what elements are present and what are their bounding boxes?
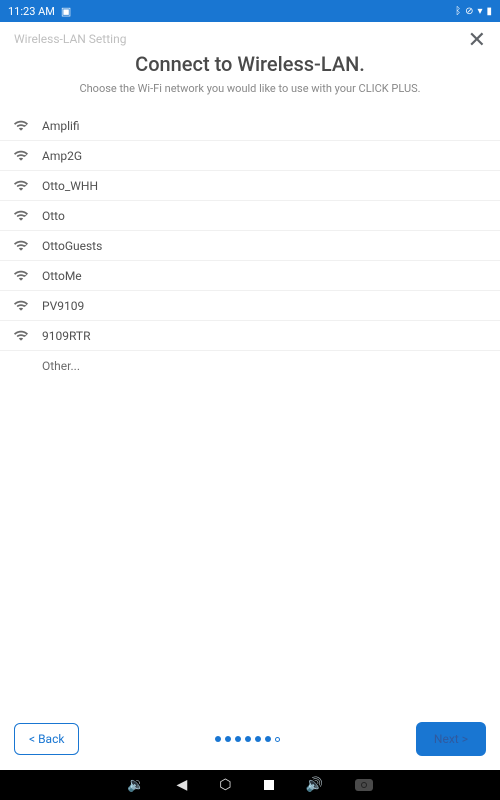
dnd-icon: ⊘: [465, 6, 473, 17]
back-nav-icon[interactable]: ◀: [176, 777, 187, 793]
bluetooth-icon: ᛒ: [455, 6, 461, 17]
other-label: Other...: [42, 359, 80, 373]
header-label: Wireless-LAN Setting: [14, 32, 486, 46]
status-icons: ᛒ ⊘ ▾ ▮: [455, 6, 492, 17]
home-nav-icon[interactable]: ⬡: [219, 777, 231, 793]
network-item[interactable]: Amplifi: [0, 111, 500, 141]
wifi-icon: [14, 239, 30, 253]
status-app-icon: ▣: [61, 5, 71, 18]
wifi-icon: [14, 299, 30, 313]
network-name: OttoGuests: [42, 239, 102, 253]
volume-down-icon[interactable]: 🔉: [127, 777, 144, 793]
page-subtitle: Choose the Wi-Fi network you would like …: [14, 82, 486, 95]
page-title: Connect to Wireless-LAN.: [14, 52, 486, 76]
recents-nav-icon[interactable]: [264, 780, 274, 790]
progress-dot: [245, 736, 251, 742]
network-item[interactable]: Otto: [0, 201, 500, 231]
network-item[interactable]: 9109RTR: [0, 321, 500, 351]
progress-dots: [215, 736, 280, 742]
network-item[interactable]: OttoGuests: [0, 231, 500, 261]
network-name: PV9109: [42, 299, 84, 313]
status-bar: 11:23 AM ▣ ᛒ ⊘ ▾ ▮: [0, 0, 500, 22]
wifi-icon: [14, 119, 30, 133]
wifi-icon: [14, 269, 30, 283]
wifi-status-icon: ▾: [477, 6, 482, 17]
battery-icon: ▮: [486, 6, 492, 17]
network-item[interactable]: Otto_WHH: [0, 171, 500, 201]
network-item[interactable]: OttoMe: [0, 261, 500, 291]
volume-up-icon[interactable]: 🔊: [306, 777, 323, 793]
progress-dot: [235, 736, 241, 742]
next-button[interactable]: Next >: [416, 722, 486, 756]
progress-dot: [215, 736, 221, 742]
wifi-icon: [14, 209, 30, 223]
status-time: 11:23 AM: [8, 5, 55, 18]
wifi-icon: [14, 329, 30, 343]
network-name: Amplifi: [42, 119, 80, 133]
camera-nav-icon[interactable]: [355, 779, 373, 791]
network-name: 9109RTR: [42, 329, 90, 343]
wifi-icon: [14, 149, 30, 163]
network-name: OttoMe: [42, 269, 82, 283]
network-name: Amp2G: [42, 149, 82, 163]
progress-dot: [265, 736, 271, 742]
wifi-icon: [14, 179, 30, 193]
android-navbar: 🔉 ◀ ⬡ 🔊: [0, 770, 500, 800]
network-list: Amplifi Amp2G Otto_WHH Otto OttoGuests OttoMe…: [0, 111, 500, 712]
network-name: Otto_WHH: [42, 179, 98, 193]
network-item[interactable]: Amp2G: [0, 141, 500, 171]
network-name: Otto: [42, 209, 65, 223]
back-button[interactable]: < Back: [14, 723, 79, 755]
close-button[interactable]: ✕: [468, 30, 486, 52]
progress-dot: [255, 736, 261, 742]
progress-dot: [225, 736, 231, 742]
network-item-other[interactable]: Other...: [0, 351, 500, 381]
network-item[interactable]: PV9109: [0, 291, 500, 321]
progress-dot: [275, 737, 280, 742]
